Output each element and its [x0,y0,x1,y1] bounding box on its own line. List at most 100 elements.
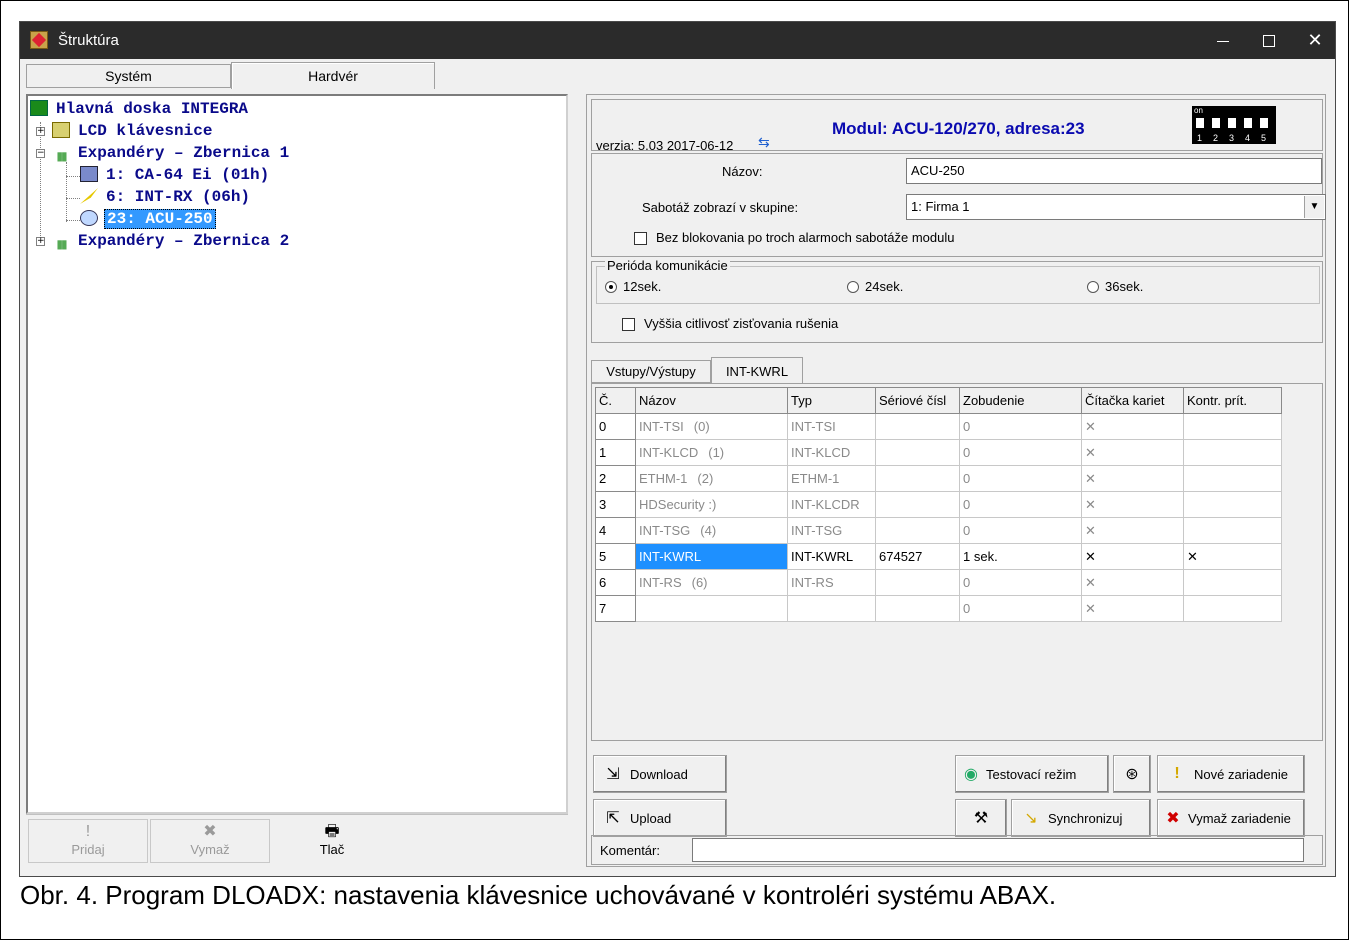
table-row[interactable]: 1 INT-KLCD (1) INT-KLCD 0 ✕ [595,439,1282,466]
new-device-button[interactable]: ! Nové zariadenie [1157,755,1305,793]
tree-node-intrx[interactable]: 6: INT-RX (06h) [80,186,252,208]
maximize-button[interactable] [1246,22,1292,59]
tree-guide [66,220,80,221]
delete-device-button[interactable]: ✖ Vymaž zariadenie [1157,799,1305,837]
refresh-icon[interactable]: ⇆ [758,134,770,151]
close-button[interactable]: ✕ [1292,22,1338,59]
upload-button[interactable]: ⇱ Upload [593,799,727,837]
serial-cell[interactable] [875,413,960,440]
delete-button[interactable]: ✖ Vymaž [150,819,270,863]
presence-control-cell[interactable] [1183,517,1282,544]
wakeup-cell[interactable]: 0 [959,517,1082,544]
type-cell[interactable]: INT-KLCDR [787,491,876,518]
wakeup-cell[interactable]: 0 [959,595,1082,622]
tab-int-kwrl[interactable]: INT-KWRL [711,357,803,384]
presence-control-cell[interactable] [1183,569,1282,596]
tree-guide [66,162,67,222]
serial-cell[interactable] [875,465,960,492]
table-row[interactable]: 3 HDSecurity :) INT-KLCDR 0 ✕ [595,491,1282,518]
name-cell[interactable]: INT-TSG (4) [635,517,788,544]
print-button[interactable]: 🖶 Tlač [272,819,392,863]
period-radio-36[interactable] [1087,281,1099,293]
table-row[interactable]: 5 INT-KWRL INT-KWRL 674527 1 sek. ✕ ✕ [595,543,1282,570]
keypad-icon [52,122,70,138]
type-cell[interactable]: ETHM-1 [787,465,876,492]
table-row[interactable]: 7 0 ✕ [595,595,1282,622]
name-cell[interactable]: INT-RS (6) [635,569,788,596]
serial-cell[interactable] [875,439,960,466]
presence-control-cell[interactable] [1183,595,1282,622]
collapse-bus1-button[interactable]: − [36,149,45,158]
card-reader-cell[interactable]: ✕ [1081,517,1184,544]
card-reader-cell[interactable]: ✕ [1081,569,1184,596]
tools-button[interactable]: ⚒ [955,799,1007,837]
name-cell[interactable]: INT-TSI (0) [635,413,788,440]
tab-system[interactable]: Systém [26,64,231,88]
table-row[interactable]: 0 INT-TSI (0) INT-TSI 0 ✕ [595,413,1282,440]
tab-inputs-outputs[interactable]: Vstupy/Výstupy [591,360,711,383]
comment-input[interactable] [692,838,1304,862]
sensitivity-checkbox[interactable] [622,318,635,331]
table-row[interactable]: 2 ETHM-1 (2) ETHM-1 0 ✕ [595,465,1282,492]
serial-cell[interactable] [875,517,960,544]
tree-node-ca64[interactable]: 1: CA-64 Ei (01h) [80,164,271,186]
column-header: Kontr. prít. [1183,387,1282,414]
no-block-checkbox[interactable] [634,232,647,245]
card-reader-cell[interactable]: ✕ [1081,543,1184,570]
tamper-group-select[interactable]: 1: Firma 1 ▼ [906,194,1326,220]
type-cell[interactable]: INT-TSI [787,413,876,440]
name-input[interactable]: ACU-250 [906,158,1322,184]
type-cell[interactable]: INT-TSG [787,517,876,544]
type-cell[interactable] [787,595,876,622]
card-reader-cell[interactable]: ✕ [1081,465,1184,492]
wakeup-cell[interactable]: 0 [959,465,1082,492]
serial-cell[interactable] [875,491,960,518]
expand-bus2-button[interactable]: + [36,237,45,246]
period-radio-24[interactable] [847,281,859,293]
card-reader-cell[interactable]: ✕ [1081,491,1184,518]
tree-node-bus2[interactable]: Expandéry – Zbernica 2 [52,230,291,252]
row-index-cell: 6 [595,569,636,596]
presence-control-cell[interactable] [1183,439,1282,466]
tree-node-acu250[interactable]: 23: ACU-250 [80,208,216,230]
card-reader-cell[interactable]: ✕ [1081,439,1184,466]
card-reader-cell[interactable]: ✕ [1081,413,1184,440]
name-cell[interactable]: INT-KWRL [635,543,788,570]
table-row[interactable]: 4 INT-TSG (4) INT-TSG 0 ✕ [595,517,1282,544]
name-cell[interactable]: HDSecurity :) [635,491,788,518]
synchronize-button[interactable]: ↘ Synchronizuj [1011,799,1151,837]
serial-cell[interactable]: 674527 [875,543,960,570]
presence-control-cell[interactable] [1183,413,1282,440]
hardware-tree[interactable]: Hlavná doska INTEGRA + LCD klávesnice − … [26,94,568,814]
tab-hardware[interactable]: Hardvér [231,62,435,89]
wakeup-cell[interactable]: 0 [959,413,1082,440]
type-cell[interactable]: INT-KWRL [787,543,876,570]
card-reader-cell[interactable]: ✕ [1081,595,1184,622]
wakeup-cell[interactable]: 0 [959,569,1082,596]
period-radio-12[interactable] [605,281,617,293]
download-button[interactable]: ⇲ Download [593,755,727,793]
type-cell[interactable]: INT-RS [787,569,876,596]
tree-node-main-board[interactable]: Hlavná doska INTEGRA [30,98,250,120]
wakeup-cell[interactable]: 1 sek. [959,543,1082,570]
table-row[interactable]: 6 INT-RS (6) INT-RS 0 ✕ [595,569,1282,596]
test-mode-button[interactable]: ◉ Testovací režim [955,755,1109,793]
serial-cell[interactable] [875,569,960,596]
tree-node-lcd[interactable]: LCD klávesnice [52,120,214,142]
tree-node-bus1[interactable]: Expandéry – Zbernica 1 [52,142,291,164]
wakeup-cell[interactable]: 0 [959,491,1082,518]
expand-lcd-button[interactable]: + [36,127,45,136]
presence-control-cell[interactable]: ✕ [1183,543,1282,570]
wakeup-cell[interactable]: 0 [959,439,1082,466]
diagnostics-button[interactable]: ⊛ [1113,755,1151,793]
serial-cell[interactable] [875,595,960,622]
add-button[interactable]: ! Pridaj [28,819,148,863]
presence-control-cell[interactable] [1183,491,1282,518]
presence-control-cell[interactable] [1183,465,1282,492]
type-cell[interactable]: INT-KLCD [787,439,876,466]
name-cell[interactable]: ETHM-1 (2) [635,465,788,492]
minimize-button[interactable] [1200,22,1246,59]
name-cell[interactable] [635,595,788,622]
name-cell[interactable]: INT-KLCD (1) [635,439,788,466]
column-header: Č. [595,387,636,414]
